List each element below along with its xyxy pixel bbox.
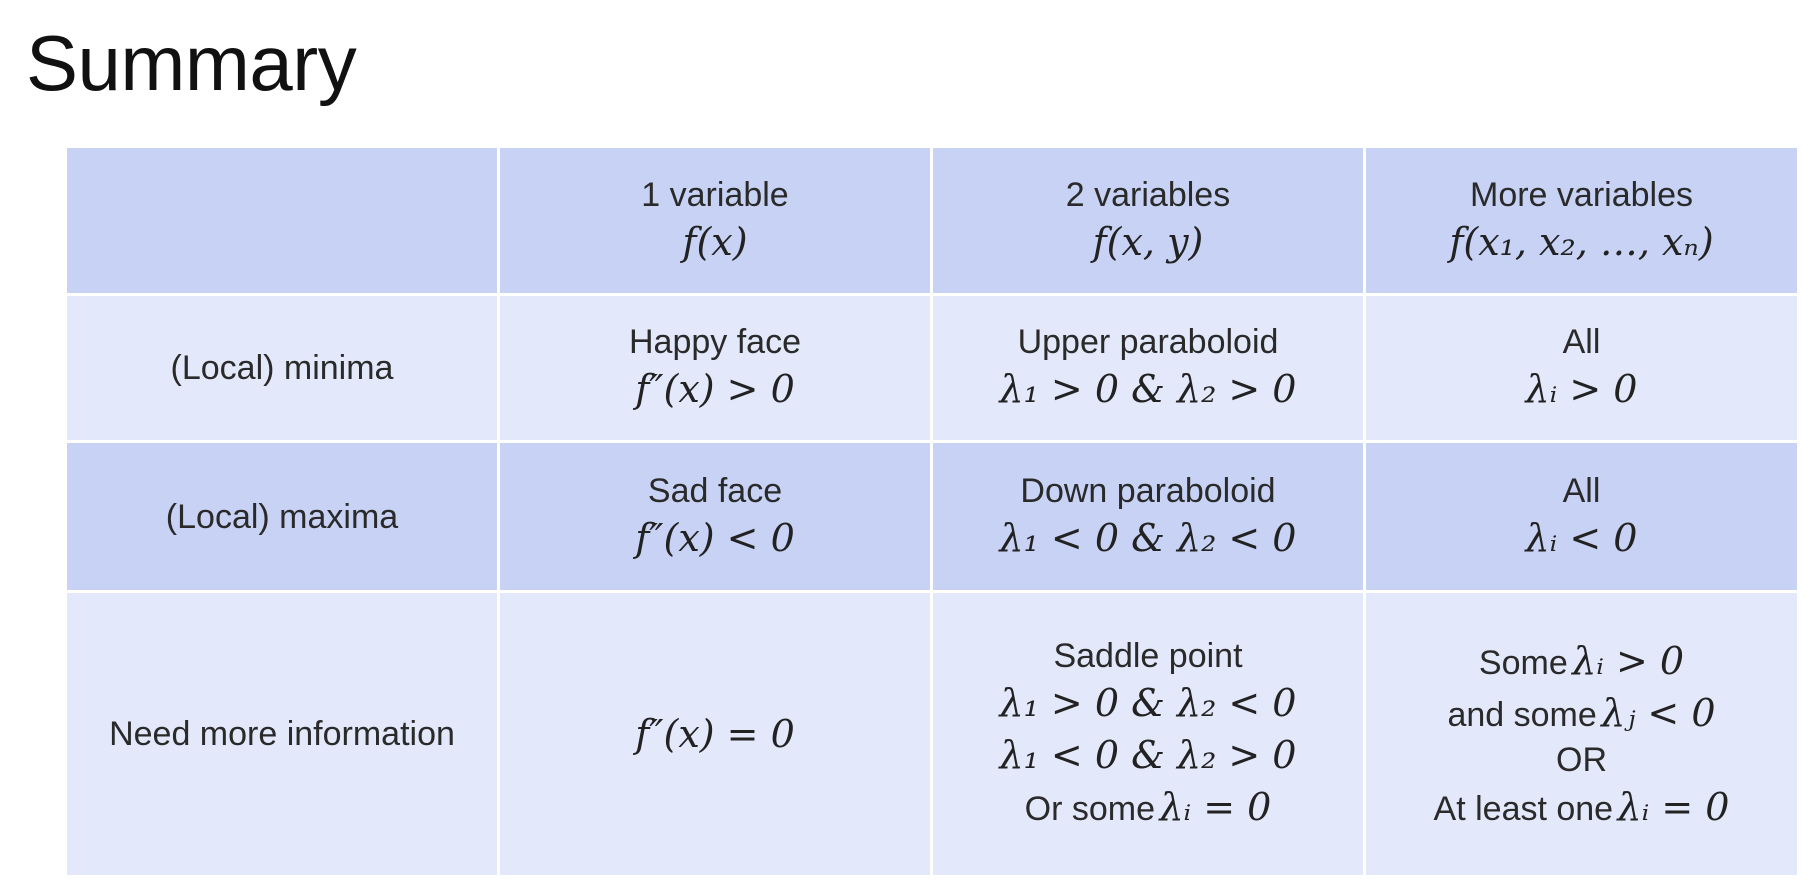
row-label: (Local) maxima: [165, 497, 399, 536]
cell-text: Happy face: [629, 323, 801, 361]
cell-math: λ₁ < 0 & λ₂ < 0: [999, 515, 1297, 560]
header-corner-cell: [67, 148, 497, 293]
cell-text: All: [1562, 471, 1601, 510]
some-negative-line: and some λⱼ < 0: [1447, 687, 1715, 739]
or-some-line: Or some λᵢ = 0: [1025, 781, 1272, 833]
header-label: 2 variables: [1065, 175, 1231, 214]
header-formula: f(x): [682, 219, 748, 264]
cell-math: f″(x) = 0: [635, 712, 795, 756]
cell-text: Upper paraboloid: [1017, 323, 1279, 361]
cell-math: λᵢ < 0: [1525, 515, 1638, 560]
at-least-one-line: At least one λᵢ = 0: [1434, 781, 1730, 833]
cell-minima-more-variables: All λᵢ > 0: [1366, 296, 1797, 440]
cell-math: λ₁ > 0 & λ₂ < 0: [999, 681, 1297, 725]
cell-maxima-more-variables: All λᵢ < 0: [1366, 443, 1797, 590]
row-label: (Local) minima: [170, 349, 394, 387]
row-label: Need more information: [109, 715, 455, 753]
cell-text: At least one: [1433, 790, 1614, 828]
cell-info-more-variables: Some λᵢ > 0 and some λⱼ < 0 OR At least …: [1366, 593, 1797, 875]
cell-math: λᵢ = 0: [1617, 785, 1730, 829]
cell-text: Saddle point: [1053, 637, 1243, 675]
or-label: OR: [1556, 741, 1607, 779]
header-cell-1-variable: 1 variable f(x): [500, 148, 930, 293]
cell-math: f″(x) < 0: [635, 515, 795, 560]
cell-text: Sad face: [647, 471, 783, 510]
cell-math: λ₁ > 0 & λ₂ > 0: [999, 367, 1297, 411]
cell-math: f″(x) > 0: [635, 367, 795, 411]
cell-text: Down paraboloid: [1020, 471, 1276, 510]
cell-info-1-variable: f″(x) = 0: [500, 593, 930, 875]
summary-table: 1 variable f(x) 2 variables f(x, y) More…: [67, 148, 1797, 875]
row-label-need-more-information: Need more information: [67, 593, 497, 875]
cell-minima-1-variable: Happy face f″(x) > 0: [500, 296, 930, 440]
header-label: 1 variable: [641, 175, 789, 214]
cell-info-2-variables: Saddle point λ₁ > 0 & λ₂ < 0 λ₁ < 0 & λ₂…: [933, 593, 1363, 875]
header-cell-more-variables: More variables f(x₁, x₂, …, xₙ): [1366, 148, 1797, 293]
cell-maxima-1-variable: Sad face f″(x) < 0: [500, 443, 930, 590]
cell-math: λᵢ > 0: [1525, 367, 1638, 411]
cell-text: and some: [1447, 696, 1597, 734]
header-label: More variables: [1470, 175, 1693, 214]
header-formula: f(x₁, x₂, …, xₙ): [1449, 219, 1714, 264]
row-label-maxima: (Local) maxima: [67, 443, 497, 590]
cell-math: λᵢ > 0: [1572, 639, 1685, 683]
cell-minima-2-variables: Upper paraboloid λ₁ > 0 & λ₂ > 0: [933, 296, 1363, 440]
cell-math: λ₁ < 0 & λ₂ > 0: [999, 733, 1297, 777]
cell-math: λᵢ = 0: [1159, 785, 1272, 829]
header-formula: f(x, y): [1092, 219, 1204, 264]
cell-math: λⱼ < 0: [1601, 691, 1716, 735]
cell-text: Or some: [1024, 790, 1155, 828]
some-positive-line: Some λᵢ > 0: [1479, 635, 1684, 687]
cell-text: All: [1562, 323, 1601, 361]
row-label-minima: (Local) minima: [67, 296, 497, 440]
header-cell-2-variables: 2 variables f(x, y): [933, 148, 1363, 293]
cell-maxima-2-variables: Down paraboloid λ₁ < 0 & λ₂ < 0: [933, 443, 1363, 590]
cell-text: Some: [1478, 644, 1568, 682]
page-title: Summary: [26, 19, 357, 107]
